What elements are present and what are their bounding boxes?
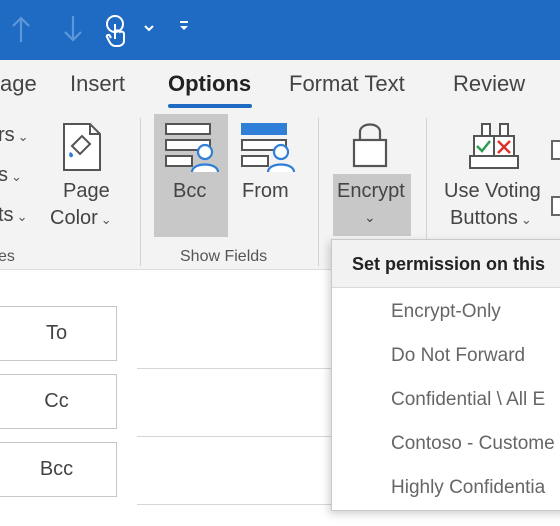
title-bar xyxy=(0,0,560,60)
chevron-down-icon: ⌄ xyxy=(11,169,22,184)
tab-insert[interactable]: Insert xyxy=(70,70,125,98)
chevron-down-icon: ⌄ xyxy=(17,129,29,144)
bcc-button-label: Bcc xyxy=(173,180,207,202)
checkbox-icon[interactable] xyxy=(551,196,560,216)
encrypt-permissions-menu: Set permission on this Encrypt-Only Do N… xyxy=(331,239,560,511)
themes-fonts-button[interactable]: s ⌄ xyxy=(0,162,22,190)
bcc-button-label: Bcc xyxy=(39,458,74,480)
active-tab-indicator xyxy=(168,104,252,108)
group-separator xyxy=(140,118,141,266)
themes-colors-button[interactable]: rs ⌄ xyxy=(0,122,29,150)
touch-mode-icon[interactable] xyxy=(102,12,132,48)
themes-fonts-label: s xyxy=(0,164,8,186)
menu-header: Set permission on this xyxy=(332,240,560,288)
chevron-down-icon: ⌄ xyxy=(100,212,112,227)
arrow-down-icon[interactable] xyxy=(60,14,86,44)
group-separator xyxy=(318,118,319,266)
show-fields-group-label: Show Fields xyxy=(180,248,268,265)
menu-item-encrypt-only[interactable]: Encrypt-Only xyxy=(332,290,560,334)
bcc-input-underline[interactable] xyxy=(137,504,337,505)
tab-review[interactable]: Review xyxy=(453,70,525,98)
from-button-label: From xyxy=(242,180,289,202)
customize-toolbar-icon[interactable] xyxy=(176,16,192,36)
to-button[interactable]: To xyxy=(0,306,117,361)
voting-buttons-icon xyxy=(468,120,520,177)
page-color-label-1: Page xyxy=(63,180,110,202)
cc-input-underline[interactable] xyxy=(137,436,337,437)
tab-format-text[interactable]: Format Text xyxy=(289,70,405,98)
chevron-down-icon: ⌄ xyxy=(16,209,28,224)
voting-label-2-text: Buttons xyxy=(450,207,518,229)
encrypt-button-label: Encrypt xyxy=(337,180,405,202)
tab-message[interactable]: age xyxy=(0,70,37,98)
ribbon-tabs: age Insert Options Format Text Review xyxy=(0,60,560,110)
tab-options[interactable]: Options xyxy=(168,70,251,98)
themes-effects-label: ts xyxy=(0,204,14,226)
menu-item-contoso-customer[interactable]: Contoso - Custome xyxy=(332,422,560,466)
checkbox-icon[interactable] xyxy=(551,140,560,160)
voting-label-1: Use Voting xyxy=(444,180,541,202)
arrow-up-icon[interactable] xyxy=(8,14,34,44)
bcc-field-icon xyxy=(164,122,220,179)
voting-label-2: Buttons ⌄ xyxy=(450,205,532,233)
from-field-icon xyxy=(240,122,296,179)
page-color-icon xyxy=(60,122,104,177)
to-input-underline[interactable] xyxy=(137,368,337,369)
menu-item-do-not-forward[interactable]: Do Not Forward xyxy=(332,334,560,378)
bcc-button[interactable]: Bcc xyxy=(0,442,117,497)
menu-item-highly-confidential[interactable]: Highly Confidentia xyxy=(332,466,560,510)
themes-group-label: es xyxy=(0,248,15,265)
page-color-label-2-text: Color xyxy=(50,207,98,229)
chevron-down-icon: ⌄ xyxy=(364,209,376,225)
cc-button[interactable]: Cc xyxy=(0,374,117,429)
themes-colors-label: rs xyxy=(0,124,15,146)
page-color-label-2: Color ⌄ xyxy=(50,205,112,233)
to-button-label: To xyxy=(45,322,68,344)
themes-effects-button[interactable]: ts ⌄ xyxy=(0,202,27,230)
cc-button-label: Cc xyxy=(44,390,69,412)
chevron-down-icon: ⌄ xyxy=(520,212,532,227)
lock-icon xyxy=(350,118,390,175)
menu-item-confidential-all[interactable]: Confidential \ All E xyxy=(332,378,560,422)
chevron-down-icon[interactable] xyxy=(142,20,156,36)
